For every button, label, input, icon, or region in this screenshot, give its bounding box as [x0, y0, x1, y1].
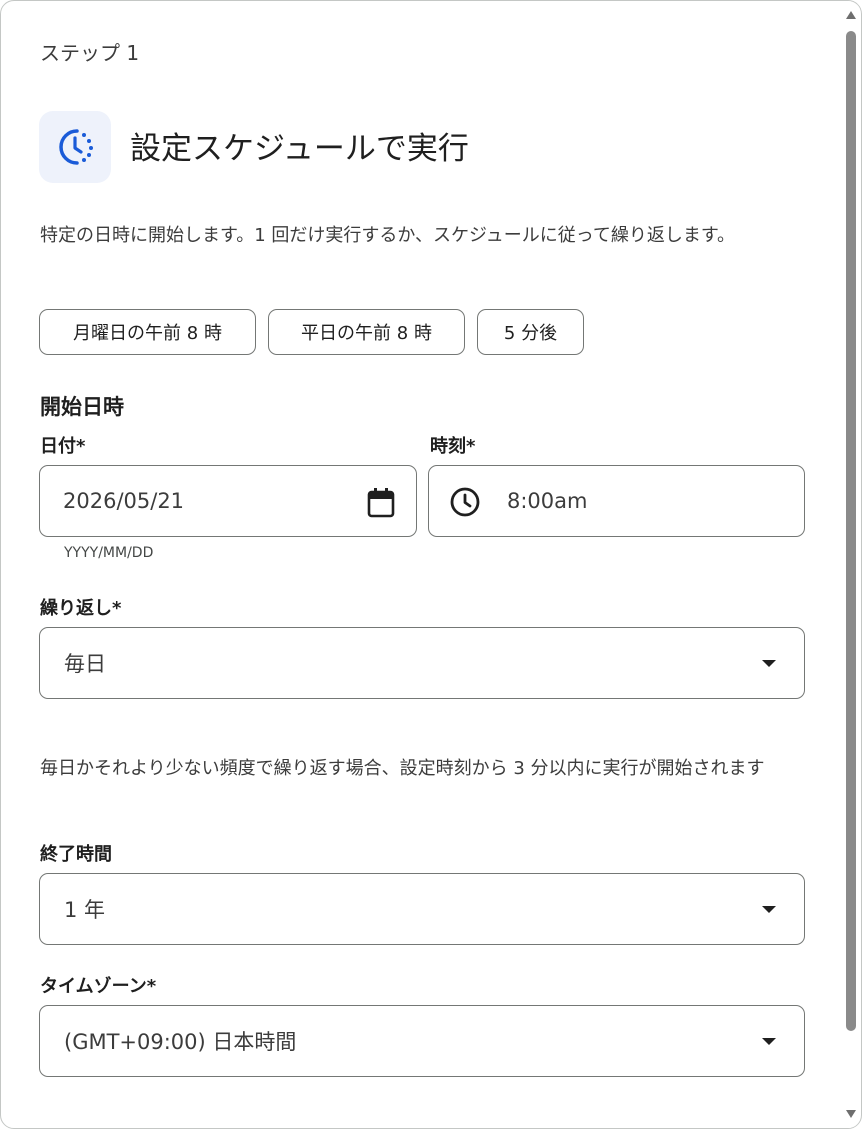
end-select[interactable]: 1 年 — [39, 873, 805, 945]
chip-monday-8am[interactable]: 月曜日の午前 8 時 — [39, 309, 256, 355]
scroll-up-icon[interactable] — [846, 11, 856, 19]
timezone-select[interactable]: (GMT+09:00) 日本時間 — [39, 1005, 805, 1077]
dropdown-arrow-icon — [762, 660, 776, 667]
time-value: 8:00am — [507, 489, 588, 513]
date-field[interactable]: 2026/05/21 — [39, 465, 417, 537]
chip-weekdays-8am[interactable]: 平日の午前 8 時 — [268, 309, 465, 355]
time-label: 時刻* — [430, 436, 476, 457]
step-label: ステップ 1 — [40, 41, 140, 65]
start-datetime-heading: 開始日時 — [40, 395, 124, 419]
dropdown-arrow-icon — [762, 906, 776, 913]
schedule-panel: ステップ 1 設定スケジュールで実行 特定の日時に開始します。1 回だけ実行する… — [0, 0, 862, 1129]
scrollbar[interactable] — [842, 1, 860, 1128]
chip-in-5-minutes[interactable]: 5 分後 — [477, 309, 584, 355]
page-title: 設定スケジュールで実行 — [130, 131, 469, 167]
date-label: 日付* — [40, 436, 86, 457]
calendar-icon[interactable] — [366, 487, 396, 524]
date-format-helper: YYYY/MM/DD — [64, 545, 154, 561]
repeat-value: 毎日 — [64, 652, 106, 676]
timezone-value: (GMT+09:00) 日本時間 — [64, 1030, 297, 1054]
scroll-down-icon[interactable] — [846, 1110, 856, 1118]
schedule-clock-icon — [39, 111, 111, 183]
timezone-label: タイムゾーン* — [40, 976, 157, 997]
end-label: 終了時間 — [40, 844, 112, 865]
description-text: 特定の日時に開始します。1 回だけ実行するか、スケジュールに従って繰り返します。 — [40, 225, 736, 246]
repeat-note: 毎日かそれより少ない頻度で繰り返す場合、設定時刻から 3 分以内に実行が開始され… — [40, 758, 765, 779]
quick-chip-group: 月曜日の午前 8 時 平日の午前 8 時 5 分後 — [39, 309, 584, 355]
clock-icon — [449, 486, 481, 523]
scroll-thumb[interactable] — [846, 31, 856, 1031]
repeat-label: 繰り返し* — [40, 598, 122, 619]
date-value: 2026/05/21 — [63, 489, 185, 513]
dropdown-arrow-icon — [762, 1038, 776, 1045]
end-value: 1 年 — [64, 898, 106, 922]
time-field[interactable]: 8:00am — [428, 465, 805, 537]
repeat-select[interactable]: 毎日 — [39, 627, 805, 699]
